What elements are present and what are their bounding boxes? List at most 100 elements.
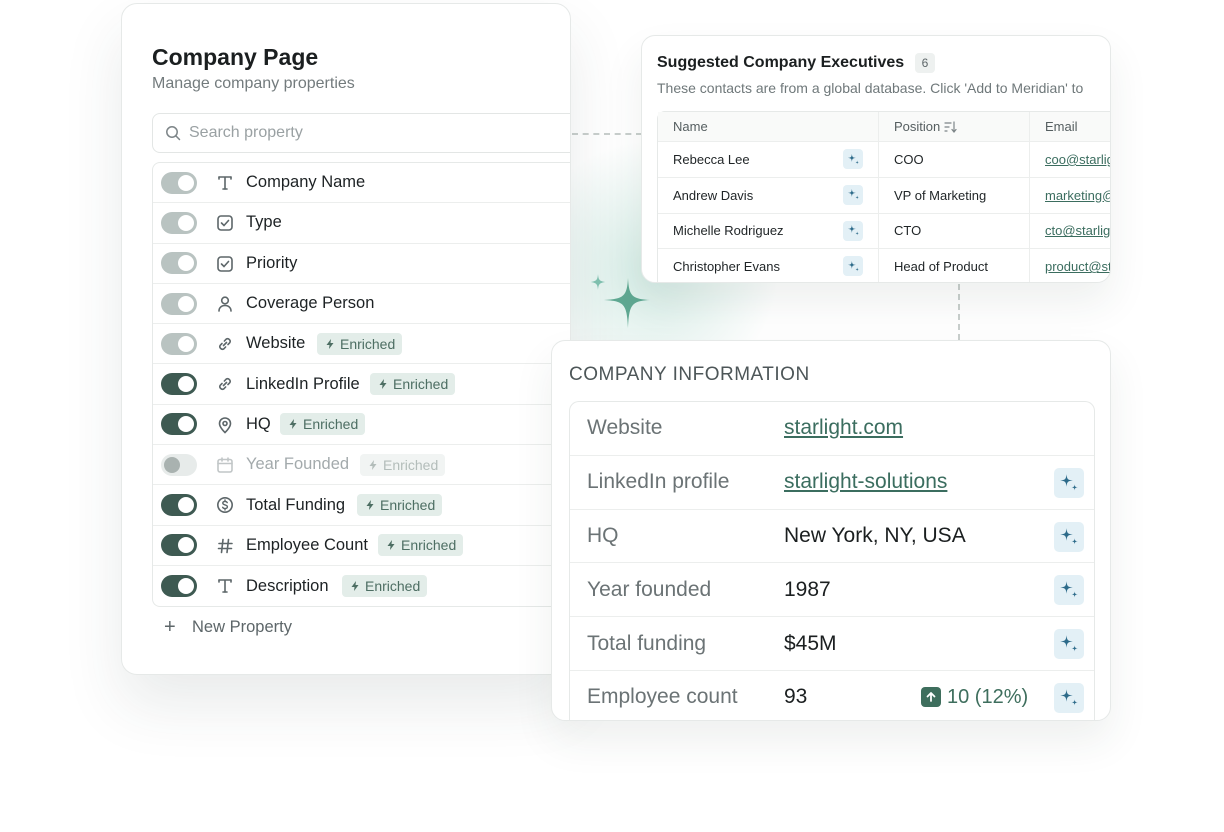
hash-icon: [215, 536, 235, 556]
property-list: Company Name Type Priority Coverage Pers…: [152, 162, 570, 608]
company-info-table: Website starlight.com LinkedIn profile s…: [569, 401, 1095, 720]
ai-sparkle-button[interactable]: [1054, 682, 1084, 713]
badge-label: Enriched: [393, 376, 449, 393]
company-page-panel: Company Page Manage company properties C…: [121, 3, 571, 675]
sparkle-icon: [847, 224, 859, 236]
ai-sparkle-button[interactable]: [1054, 575, 1084, 606]
property-toggle[interactable]: [161, 252, 197, 275]
column-header-name[interactable]: Name: [658, 112, 879, 141]
badge-label: Enriched: [401, 537, 457, 554]
property-toggle[interactable]: [161, 373, 197, 396]
linkedin-link[interactable]: starlight-solutions: [784, 470, 947, 494]
property-row-description: Description Enriched: [153, 566, 570, 606]
info-row-total-funding: Total funding $45M: [570, 617, 1094, 671]
sparkle-icon: [1060, 635, 1078, 652]
ai-sparkle-button[interactable]: [843, 256, 863, 277]
property-toggle[interactable]: [161, 171, 197, 194]
executives-subtitle: These contacts are from a global databas…: [657, 80, 1084, 96]
location-pin-icon: [215, 415, 235, 435]
property-toggle[interactable]: [161, 453, 197, 476]
enriched-badge: Enriched: [357, 494, 443, 517]
executive-email-link[interactable]: marketing@: [1045, 188, 1110, 203]
property-toggle[interactable]: [161, 211, 197, 234]
property-label: Website: [246, 334, 306, 353]
property-row-type: Type: [153, 203, 570, 244]
table-row: Michelle Rodriguez CTO cto@starligh: [658, 213, 1110, 250]
property-toggle[interactable]: [161, 575, 197, 598]
enriched-badge: Enriched: [370, 373, 456, 396]
checkbox-icon: [215, 213, 235, 233]
info-label: Total funding: [587, 631, 707, 655]
executive-email-link[interactable]: coo@starlig: [1045, 152, 1110, 167]
connector-line: [958, 284, 960, 340]
executive-name: Michelle Rodriguez: [673, 223, 784, 239]
enriched-badge: Enriched: [360, 453, 446, 476]
info-row-year-founded: Year founded 1987: [570, 563, 1094, 618]
executive-position: Head of Product: [879, 249, 1030, 282]
property-row-priority: Priority: [153, 244, 570, 284]
lightning-icon: [366, 500, 374, 511]
property-label: LinkedIn Profile: [246, 374, 360, 393]
info-value: $45M: [784, 631, 837, 655]
checkbox-icon: [215, 254, 235, 274]
lightning-icon: [387, 540, 395, 551]
ai-sparkle-button[interactable]: [843, 220, 863, 241]
property-row-total-funding: Total Funding Enriched: [153, 485, 570, 526]
executives-title: Suggested Company Executives: [657, 54, 905, 71]
badge-label: Enriched: [340, 335, 396, 352]
sparkle-icon: [1060, 474, 1078, 491]
ai-sparkle-button[interactable]: [843, 184, 863, 205]
property-toggle[interactable]: [161, 413, 197, 436]
property-toggle[interactable]: [161, 494, 197, 517]
ai-sparkle-button[interactable]: [1054, 629, 1084, 660]
property-row-coverage-person: Coverage Person: [153, 284, 570, 325]
ai-sparkle-button[interactable]: [1054, 521, 1084, 552]
property-label: Description: [246, 576, 329, 595]
ai-sparkle-button[interactable]: [1054, 467, 1084, 498]
property-toggle[interactable]: [161, 292, 197, 315]
lightning-icon: [379, 379, 387, 390]
executive-name: Rebecca Lee: [673, 151, 750, 167]
employee-growth-indicator: 10 (12%): [921, 686, 1028, 709]
property-row-company-name: Company Name: [153, 163, 570, 204]
arrow-up-icon: [921, 687, 941, 708]
ai-sparkle-button[interactable]: [843, 149, 863, 169]
enriched-badge: Enriched: [342, 575, 428, 598]
property-row-website: Website Enriched: [153, 324, 570, 365]
text-type-icon: [215, 173, 235, 193]
table-row: Christopher Evans Head of Product produc…: [658, 249, 1110, 282]
property-label: Coverage Person: [246, 294, 375, 313]
column-header-position[interactable]: Position: [879, 112, 1030, 141]
executive-email-link[interactable]: product@st: [1045, 259, 1110, 274]
website-link[interactable]: starlight.com: [784, 416, 903, 440]
search-input[interactable]: [189, 114, 569, 152]
property-toggle[interactable]: [161, 534, 197, 557]
property-row-year-founded: Year Founded Enriched: [153, 445, 570, 486]
page-subtitle: Manage company properties: [152, 75, 355, 92]
growth-value: 10 (12%): [947, 685, 1029, 708]
new-property-label: New Property: [192, 617, 292, 636]
executive-name: Christopher Evans: [673, 259, 780, 275]
table-row: Rebecca Lee COO coo@starlig: [658, 142, 1110, 178]
lightning-icon: [326, 338, 334, 349]
info-label: Employee count: [587, 685, 738, 709]
search-box: [152, 113, 570, 153]
info-value: 1987: [784, 577, 831, 601]
company-information-panel: COMPANY INFORMATION Website starlight.co…: [551, 340, 1111, 721]
sparkle-icon: [1060, 581, 1078, 598]
page-title: Company Page: [152, 44, 319, 70]
info-label: HQ: [587, 523, 619, 547]
column-header-email[interactable]: Email: [1030, 112, 1110, 141]
executive-email-link[interactable]: cto@starligh: [1045, 223, 1110, 238]
property-label: Type: [246, 213, 282, 232]
link-icon: [215, 374, 235, 394]
executive-position: VP of Marketing: [879, 177, 1030, 213]
property-toggle[interactable]: [161, 332, 197, 355]
property-label: Total Funding: [246, 495, 346, 514]
table-row: Andrew Davis VP of Marketing marketing@: [658, 177, 1110, 214]
new-property-button[interactable]: + New Property: [152, 608, 570, 646]
executive-name: Andrew Davis: [673, 187, 754, 203]
property-label: Employee Count: [246, 535, 368, 554]
executive-position: CTO: [879, 213, 1030, 249]
info-row-hq: HQ New York, NY, USA: [570, 510, 1094, 564]
